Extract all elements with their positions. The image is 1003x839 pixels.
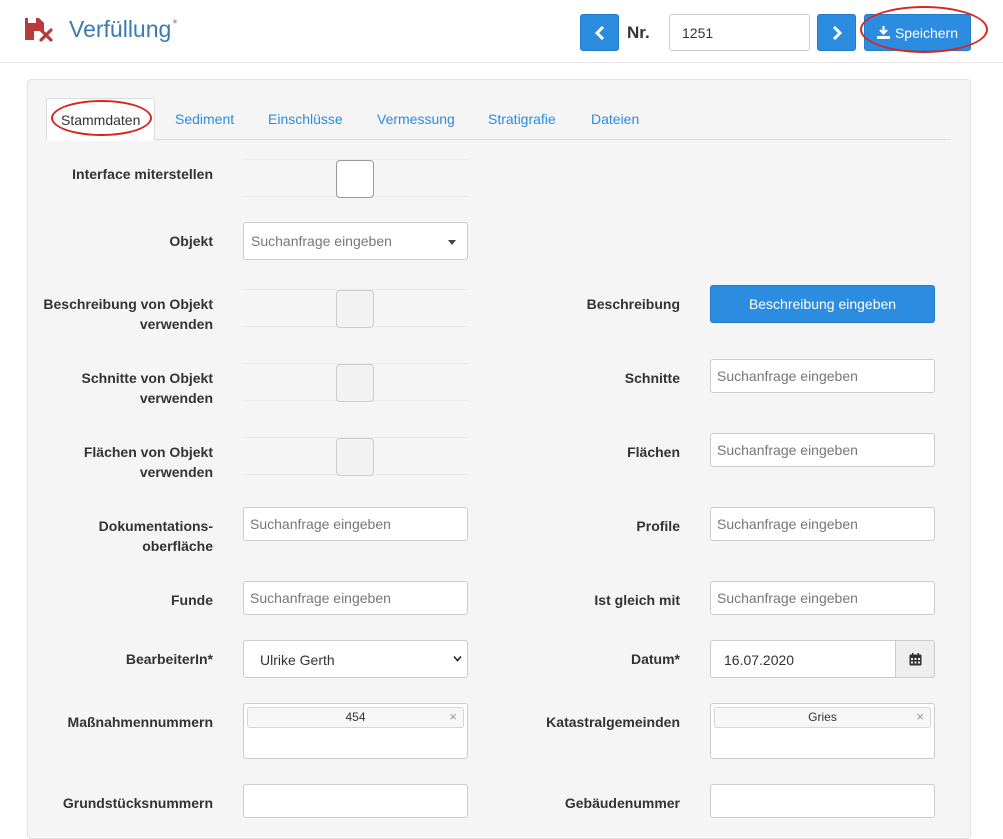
download-icon	[876, 26, 890, 39]
tab-stratigrafie[interactable]: Stratigrafie	[474, 98, 570, 140]
flaechen-label: Flächen	[627, 444, 680, 460]
gebaeude-label: Gebäudenummer	[564, 795, 680, 811]
next-record-button[interactable]	[817, 14, 856, 51]
massnahmen-tag: 454 ×	[247, 707, 464, 728]
funde-label: Funde	[171, 592, 213, 608]
flaechen-input[interactable]	[710, 433, 935, 467]
interface-checkbox-row	[243, 159, 468, 198]
chevron-left-icon	[594, 25, 604, 40]
bearbeiter-select[interactable]: Ulrike Gerth	[243, 640, 468, 678]
datum-label: Datum*	[630, 651, 680, 667]
kataster-tag-label: Gries	[808, 710, 837, 724]
profile-input[interactable]	[710, 507, 935, 541]
massnahmen-tag-label: 454	[345, 710, 366, 724]
objekt-label: Objekt	[169, 233, 213, 249]
objekt-select[interactable]: Suchanfrage eingeben	[243, 222, 468, 260]
schnitte-von-objekt-row	[243, 363, 468, 402]
beschreibung-von-objekt-label: Beschreibung von Objekt verwenden	[43, 296, 213, 332]
save-button[interactable]: Speichern	[864, 14, 971, 51]
datepicker-button[interactable]	[895, 640, 935, 678]
tab-sediment[interactable]: Sediment	[161, 98, 248, 140]
datum-input[interactable]: 16.07.2020	[710, 640, 896, 678]
tab-stammdaten[interactable]: Stammdaten	[46, 98, 156, 141]
beschreibung-von-objekt-row	[243, 289, 468, 328]
page-title: Verfüllung*	[69, 16, 178, 42]
ist-gleich-input[interactable]	[710, 581, 935, 615]
logo-icon	[25, 18, 53, 42]
flaechen-von-objekt-label: Flächen von Objekt verwenden	[83, 444, 213, 480]
profile-label: Profile	[636, 518, 680, 534]
gebaeude-input[interactable]	[710, 784, 935, 818]
objekt-placeholder: Suchanfrage eingeben	[251, 233, 392, 249]
save-button-label: Speichern	[894, 24, 959, 41]
top-bar: Verfüllung* Nr. Speichern	[0, 0, 1003, 63]
dokumentation-label-line-1: Dokumentations-	[98, 518, 213, 534]
schnitte-input[interactable]	[710, 359, 935, 393]
schnitte-label: Schnitte	[624, 370, 680, 386]
calendar-icon	[909, 652, 921, 665]
tab-bar: Stammdaten Sediment Einschlüsse Vermessu…	[46, 98, 951, 141]
interface-label: Interface miterstellen	[72, 166, 213, 182]
kataster-label: Katastralgemeinden	[546, 714, 680, 730]
bearbeiter-value: Ulrike Gerth	[260, 652, 335, 668]
beschreibung-label: Beschreibung	[586, 296, 680, 312]
flaechen-von-objekt-checkbox[interactable]	[336, 438, 374, 476]
tab-einschluesse[interactable]: Einschlüsse	[254, 98, 357, 140]
ist-gleich-label: Ist gleich mit	[594, 592, 680, 608]
prev-record-button[interactable]	[580, 14, 619, 51]
flaechen-von-objekt-row	[243, 437, 468, 476]
dokumentationsoberflaeche-label: Dokumentations- oberfläche	[38, 516, 213, 556]
tab-dateien[interactable]: Dateien	[577, 98, 653, 140]
beschreibung-eingeben-button[interactable]: Beschreibung eingeben	[710, 285, 935, 323]
massnahmen-label: Maßnahmennummern	[67, 714, 213, 730]
grundstueck-label: Grundstücksnummern	[62, 795, 213, 811]
grundstueck-input[interactable]	[243, 784, 468, 818]
massnahmen-tag-input[interactable]: 454 ×	[243, 703, 468, 759]
dokumentationsoberflaeche-input[interactable]	[243, 507, 468, 541]
schnitte-von-objekt-checkbox[interactable]	[336, 364, 374, 402]
dokumentation-label-line-2: oberfläche	[142, 538, 213, 554]
remove-tag-icon[interactable]: ×	[916, 708, 924, 726]
caret-down-icon	[448, 240, 456, 245]
funde-input[interactable]	[243, 581, 468, 615]
kataster-tag: Gries ×	[714, 707, 931, 728]
kataster-tag-input[interactable]: Gries ×	[710, 703, 935, 759]
remove-tag-icon[interactable]: ×	[449, 708, 457, 726]
nr-input[interactable]	[669, 14, 810, 51]
bearbeiter-label: BearbeiterIn*	[125, 651, 213, 667]
tab-vermessung[interactable]: Vermessung	[363, 98, 469, 140]
chevron-right-icon	[832, 25, 842, 40]
beschreibung-von-objekt-checkbox[interactable]	[336, 290, 374, 328]
nr-label: Nr.	[627, 23, 650, 42]
schnitte-von-objekt-label: Schnitte von Objekt verwenden	[81, 370, 213, 406]
chevron-down-icon	[453, 655, 462, 662]
interface-checkbox[interactable]	[336, 160, 374, 198]
